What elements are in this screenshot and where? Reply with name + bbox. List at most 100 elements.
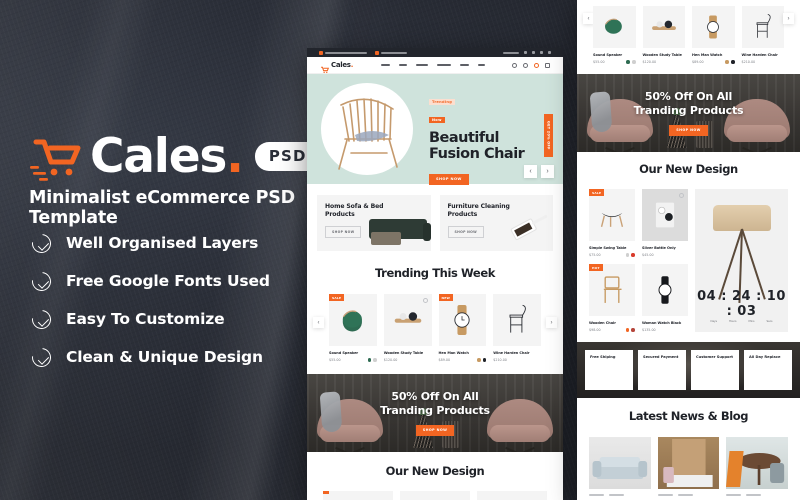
product-card[interactable] [477, 491, 547, 500]
countdown-labels: Days Hours Mins Secs [695, 320, 788, 323]
service-card-all-day-replace[interactable]: All Day Replace [744, 350, 792, 390]
product-thumb [692, 6, 735, 48]
product-card[interactable]: NEW Hen Man Watch $89.00 [438, 294, 487, 362]
brand-name: Cales. [90, 129, 244, 184]
hero-slider[interactable]: Trending Now Beautiful Fusion Chair SHOP… [307, 74, 563, 185]
blog-card[interactable] [589, 437, 651, 500]
blog-meta [657, 494, 720, 498]
feature-item: Clean & Unique Design [28, 338, 292, 376]
product-card[interactable] [400, 491, 470, 500]
blog-card[interactable] [657, 437, 720, 500]
product-card[interactable]: SALE Simple Swing Table $75.00 [589, 189, 635, 257]
nav-brand-lockup[interactable]: Cales. [320, 61, 353, 74]
blog-card[interactable] [726, 437, 789, 500]
product-swatches[interactable] [626, 60, 636, 64]
product-card[interactable]: Woman Watch Black $135.00 [642, 264, 688, 332]
product-meta: $210.00 [493, 358, 541, 362]
product-card[interactable] [323, 491, 393, 500]
promo-shop-now-button[interactable]: SHOP NOW [447, 226, 484, 239]
product-thumb: NEW [438, 294, 487, 346]
feature-label: Well Organised Layers [66, 234, 259, 252]
new-design-left-column: SALE Simple Swing Table $75.00 Silver Bo… [589, 189, 688, 332]
product-swatches[interactable] [367, 358, 377, 362]
discount-banner[interactable]: 50% Off On All Tranding Products SHOP NO… [307, 374, 563, 452]
product-card[interactable]: Wooden Study Table $120.00 [383, 294, 432, 362]
product-tag: SALE [329, 294, 345, 301]
nav-item-pages [459, 63, 469, 67]
product-name: Wooden Study Table [642, 53, 682, 57]
product-card[interactable]: Sound Speaker $55.00 [593, 6, 636, 64]
product-meta: $120.00 [643, 60, 686, 64]
mockup-navbar[interactable]: Cales. [307, 57, 563, 74]
nav-menu[interactable] [380, 63, 485, 67]
product-price: $89.00 [438, 358, 451, 362]
product-name: Simple Swing Table [589, 246, 627, 250]
product-thumb: SALE [589, 189, 635, 241]
product-thumb [493, 294, 541, 346]
product-meta: $89.00 [439, 358, 487, 362]
product-card[interactable]: Silver Bottle Only $45.00 [642, 189, 688, 257]
promo-card-sofa-bed[interactable]: Home Sofa & Bed Products SHOP NOW [317, 195, 431, 251]
check-circle-icon [28, 229, 55, 257]
product-card[interactable]: Wooden Study Table $120.00 [642, 6, 686, 64]
product-swatches[interactable] [625, 253, 635, 257]
trending-next-button[interactable]: › [546, 317, 557, 329]
wishlist-icon[interactable] [679, 193, 684, 198]
hero-next-button[interactable]: › [541, 165, 554, 178]
lamp-feature-card[interactable]: 04 : 24 : 10 : 03 Days Hours Mins Secs [695, 189, 788, 332]
product-card[interactable]: HOT Wooden Chair $98.00 [589, 264, 635, 332]
banner-shop-now-button[interactable]: SHOP NOW [669, 124, 708, 136]
promo-shop-now-button[interactable]: SHOP NOW [325, 226, 362, 239]
product-swatches[interactable] [625, 328, 635, 332]
discount-banner[interactable]: 50% Off On All Tranding Products SHOP NO… [577, 74, 800, 152]
feature-label: Easy To Customize [66, 310, 225, 328]
countdown-timer: 04 : 24 : 10 : 03 Days Hours Mins Secs [695, 289, 788, 323]
product-card[interactable]: Wine Harden Chair $210.00 [741, 6, 784, 64]
blog-card-row [577, 428, 800, 500]
trending-next-button[interactable]: › [783, 13, 794, 25]
hero-title-line1: Beautiful [429, 130, 500, 146]
wishlist-icon[interactable] [422, 298, 428, 303]
service-card-secured-payment[interactable]: Secured Payment [638, 350, 686, 390]
product-price: $75.00 [589, 253, 601, 257]
product-thumb [642, 264, 688, 316]
blog-meta [589, 494, 651, 498]
product-swatches[interactable] [725, 60, 735, 64]
product-swatches[interactable] [477, 358, 487, 362]
product-card[interactable]: SALE Sound Speaker $55.00 [329, 294, 377, 362]
feature-label: Clean & Unique Design [66, 348, 263, 366]
side-offer-tab[interactable]: GET 20% OFF [544, 114, 553, 157]
countdown-label-hours: Hours [728, 320, 737, 323]
product-meta: $75.00 [589, 253, 635, 257]
product-tag: SALE [589, 189, 605, 196]
banner-title: 50% Off On All Tranding Products [633, 90, 744, 117]
product-meta: $89.00 [692, 60, 735, 64]
service-title: All Day Replace [749, 355, 781, 359]
service-card-free-shipping[interactable]: Free Shiping [585, 350, 633, 390]
product-price: $210.00 [741, 60, 756, 64]
hero-slider-arrows[interactable]: ‹ › [524, 165, 554, 178]
topbar-links[interactable] [503, 51, 551, 54]
product-card[interactable]: Wine Harden Chair $210.00 [493, 294, 541, 362]
nav-icons[interactable] [511, 62, 550, 68]
product-thumb [642, 6, 685, 48]
service-card-customer-support[interactable]: Customer Support [691, 350, 739, 390]
banner-shop-now-button[interactable]: SHOP NOW [415, 424, 455, 436]
website-mockup-center: Cales. Trending Now Beautiful Fusion Cha… [307, 48, 563, 500]
check-circle-icon [28, 305, 55, 333]
trending-prev-button[interactable]: ‹ [313, 317, 324, 329]
promo-title: Furniture Cleaning Products [447, 203, 510, 219]
hero-copy: Trending Now Beautiful Fusion Chair SHOP… [429, 90, 535, 185]
product-price: $55.00 [593, 60, 605, 64]
product-name: Woman Watch Black [642, 321, 682, 325]
hero-shop-now-button[interactable]: SHOP NOW [429, 173, 469, 185]
cart-icon [320, 61, 330, 74]
service-title: Secured Payment [643, 355, 679, 359]
new-design-grid: SALE Simple Swing Table $75.00 Silver Bo… [577, 181, 800, 332]
promo-card-cleaning[interactable]: Furniture Cleaning Products SHOP NOW [439, 195, 553, 251]
blog-meta [726, 494, 788, 498]
nav-item-blog [477, 63, 485, 67]
hero-prev-button[interactable]: ‹ [524, 165, 537, 178]
product-tag: NEW [438, 294, 453, 301]
product-card[interactable]: Hen Man Watch $89.00 [692, 6, 735, 64]
